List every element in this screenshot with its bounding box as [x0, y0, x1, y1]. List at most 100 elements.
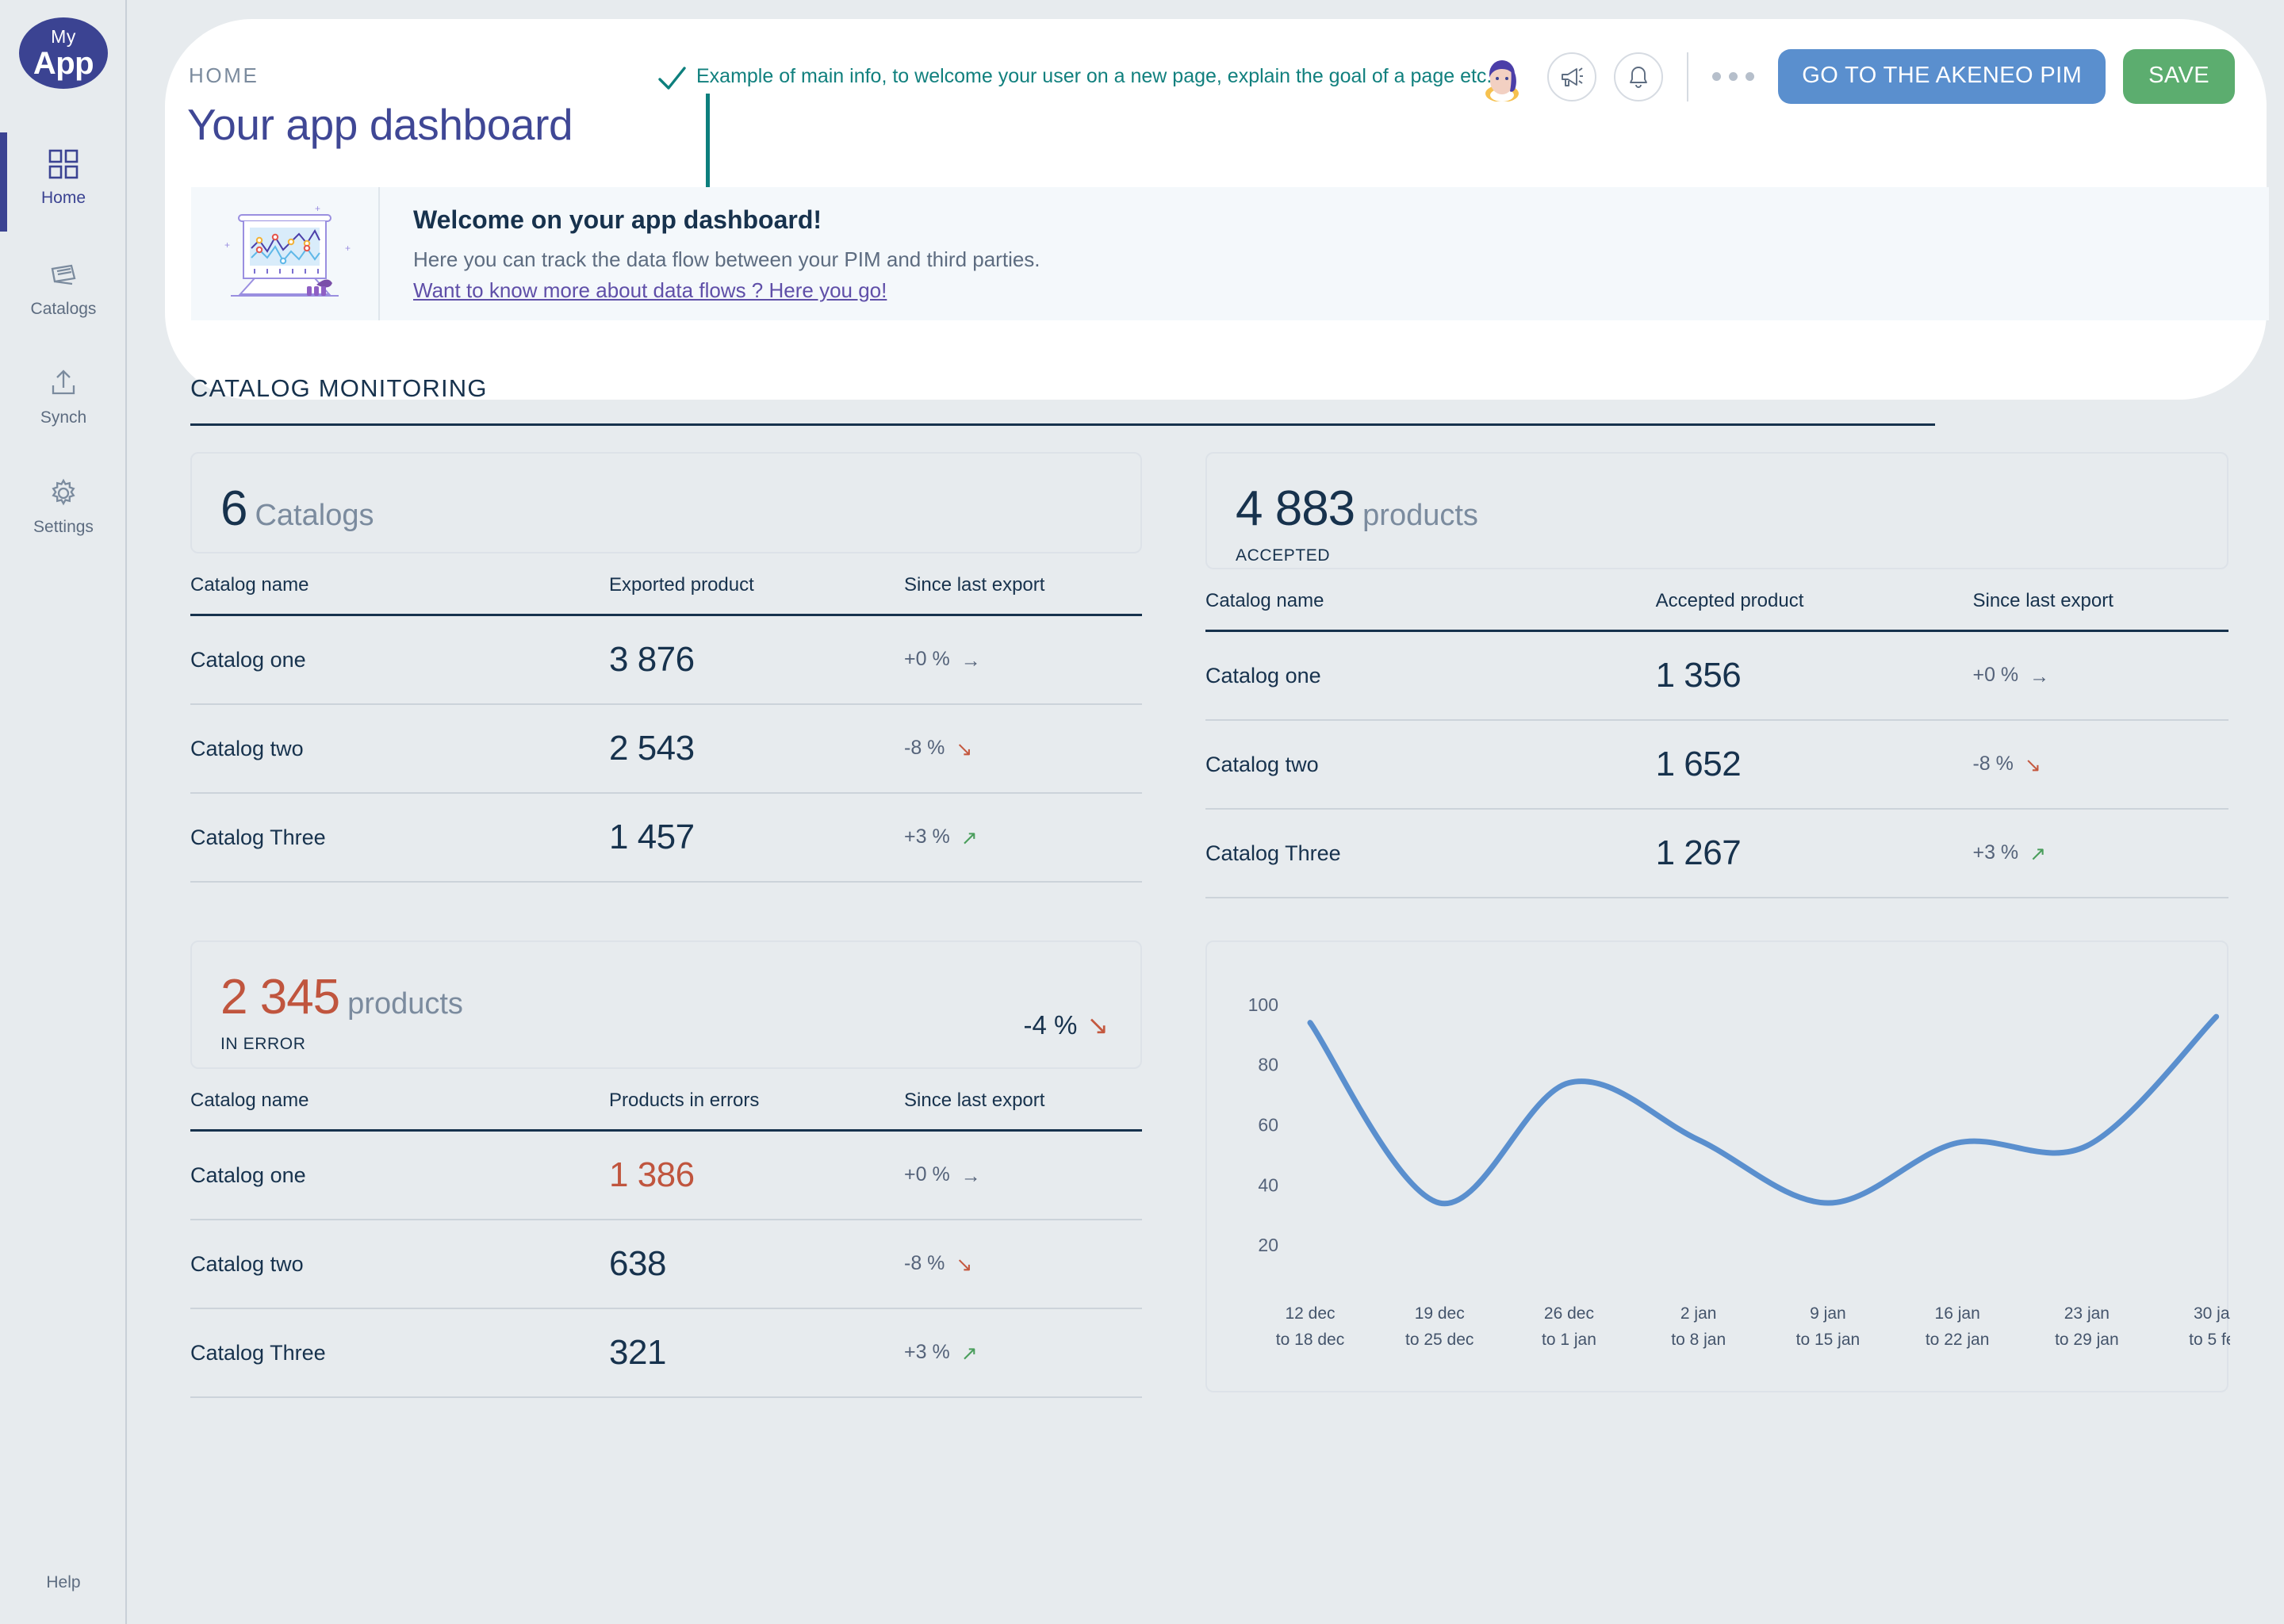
cell-catalog-name: Catalog Three — [1205, 809, 1656, 898]
trend-up-icon: ↗ — [961, 1342, 978, 1365]
cell-since-last-export: +0 %→ — [904, 615, 1142, 705]
errors-status-label: IN ERROR — [220, 1035, 1112, 1054]
svg-text:to 1 jan: to 1 jan — [1542, 1331, 1596, 1349]
save-button[interactable]: SAVE — [2123, 49, 2235, 104]
cell-catalog-name: Catalog one — [190, 1131, 609, 1220]
trend-down-icon: ↘ — [956, 737, 972, 761]
chart-x-tick: 23 jan to 29 jan — [2055, 1304, 2119, 1349]
sidebar-item-synch[interactable]: Synch — [0, 366, 127, 427]
chart-x-tick: 9 janto 15 jan — [1796, 1304, 1861, 1349]
more-options-icon[interactable] — [1712, 72, 1754, 81]
svg-text:23 jan: 23 jan — [2064, 1304, 2110, 1323]
welcome-learn-more-link[interactable]: Want to know more about data flows ? Her… — [413, 278, 887, 302]
annotation-connector-line — [706, 94, 710, 197]
accepted-products-panel: 4 883products ACCEPTED Catalog name Acce… — [1205, 452, 2228, 898]
cell-products-in-errors: 321 — [609, 1308, 904, 1397]
check-icon — [654, 62, 689, 97]
errors-count: 2 345 — [220, 970, 339, 1025]
bell-icon[interactable] — [1614, 52, 1663, 102]
chart-x-tick: 26 decto 1 jan — [1542, 1304, 1596, 1349]
welcome-title: Welcome on your app dashboard! — [413, 205, 1040, 235]
sidebar-item-label: Synch — [40, 408, 86, 427]
cell-products-in-errors: 638 — [609, 1220, 904, 1308]
welcome-divider — [378, 187, 380, 320]
cell-since-last-export: +0 %→ — [904, 1131, 1142, 1220]
errors-panel: 2 345products IN ERROR -4 % ↘ Catalog na… — [190, 940, 1142, 1398]
chart-x-tick: 12 decto 18 dec — [1276, 1304, 1344, 1349]
svg-text:2 jan: 2 jan — [1680, 1304, 1717, 1323]
trend-flat-icon: → — [2029, 665, 2049, 688]
go-to-akeneo-pim-button[interactable]: GO TO THE AKENEO PIM — [1778, 49, 2106, 104]
table-header-row: Catalog name Accepted product Since last… — [1205, 590, 2228, 631]
breadcrumb[interactable]: HOME — [189, 63, 259, 88]
sidebar-item-settings[interactable]: Settings — [0, 476, 127, 537]
cell-since-last-export: +3 %↗ — [904, 793, 1142, 882]
svg-text:+: + — [315, 203, 320, 214]
column-header-delta: Since last export — [904, 574, 1142, 615]
chart-x-tick: 16 janto 22 jan — [1926, 1304, 1990, 1349]
chart-x-tick: 30 janto 5 fev — [2189, 1304, 2230, 1349]
chart-y-tick: 20 — [1258, 1235, 1278, 1255]
header-divider — [1687, 52, 1688, 102]
sidebar-item-label: Help — [46, 1573, 80, 1592]
cell-catalog-name: Catalog two — [190, 704, 609, 793]
cell-since-last-export: -8 %↘ — [904, 1220, 1142, 1308]
table-row[interactable]: Catalog one 3 876 +0 %→ — [190, 615, 1142, 705]
cell-exported-product: 3 876 — [609, 615, 904, 705]
svg-text:to 22 jan: to 22 jan — [1926, 1331, 1990, 1349]
welcome-banner: +++ Welcome on your app dashboard! Here … — [191, 187, 2269, 320]
cell-since-last-export: +3 %↗ — [1972, 809, 2228, 898]
trend-flat-icon: → — [961, 649, 981, 672]
accepted-table: Catalog name Accepted product Since last… — [1205, 590, 2228, 898]
sidebar-item-catalogs[interactable]: Catalogs — [0, 258, 127, 319]
cell-catalog-name: Catalog one — [190, 615, 609, 705]
app-root: My App Home Catalogs — [0, 0, 2284, 1624]
avatar[interactable] — [1477, 52, 1527, 102]
cell-since-last-export: +3 %↗ — [904, 1308, 1142, 1397]
sidebar-item-label: Catalogs — [31, 300, 97, 319]
accepted-status-label: ACCEPTED — [1236, 546, 2198, 565]
column-header-value: Accepted product — [1656, 590, 1973, 631]
table-row[interactable]: Catalog one 1 356 +0 %→ — [1205, 631, 2228, 721]
accepted-count: 4 883 — [1236, 481, 1355, 536]
svg-text:to 8 jan: to 8 jan — [1671, 1331, 1726, 1349]
catalogs-unit: Catalogs — [255, 499, 374, 532]
svg-text:to 29 jan: to 29 jan — [2055, 1331, 2119, 1349]
errors-summary-box: 2 345products IN ERROR -4 % ↘ — [190, 940, 1142, 1069]
trend-up-icon: ↗ — [961, 826, 978, 850]
cell-catalog-name: Catalog Three — [190, 793, 609, 882]
chart-x-tick: 2 jan to 8 jan — [1671, 1304, 1726, 1349]
trend-down-icon: ↘ — [1086, 1009, 1109, 1040]
errors-delta-value: -4 % — [1023, 1010, 1077, 1040]
trend-down-icon: ↘ — [2025, 753, 2041, 777]
chart-series-line — [1310, 1017, 2217, 1204]
trend-line-chart: 20406080100 12 decto 18 dec19 decto 25 d… — [1207, 942, 2230, 1394]
table-row[interactable]: Catalog Three 321 +3 %↗ — [190, 1308, 1142, 1397]
books-icon — [46, 258, 81, 293]
sidebar-item-label: Settings — [33, 518, 94, 537]
svg-text:9 jan: 9 jan — [1810, 1304, 1846, 1323]
table-row[interactable]: Catalog Three 1 457 +3 %↗ — [190, 793, 1142, 882]
cell-catalog-name: Catalog one — [1205, 631, 1656, 721]
table-row[interactable]: Catalog Three 1 267 +3 %↗ — [1205, 809, 2228, 898]
table-row[interactable]: Catalog two 1 652 -8 %↘ — [1205, 720, 2228, 809]
megaphone-icon[interactable] — [1547, 52, 1596, 102]
table-row[interactable]: Catalog two 2 543 -8 %↘ — [190, 704, 1142, 793]
svg-text:19 dec: 19 dec — [1415, 1304, 1465, 1323]
welcome-subtitle: Here you can track the data flow between… — [413, 247, 1040, 272]
upload-icon — [46, 366, 81, 401]
sidebar-item-help[interactable]: Help — [0, 1547, 127, 1592]
column-header-value: Products in errors — [609, 1090, 904, 1131]
trend-chart-panel: 20406080100 12 decto 18 dec19 decto 25 d… — [1205, 940, 2228, 1392]
catalogs-table: Catalog name Exported product Since last… — [190, 574, 1142, 883]
table-row[interactable]: Catalog two 638 -8 %↘ — [190, 1220, 1142, 1308]
annotation-text: Example of main info, to welcome your us… — [696, 65, 1492, 88]
cell-catalog-name: Catalog two — [190, 1220, 609, 1308]
cell-exported-product: 2 543 — [609, 704, 904, 793]
section-title: CATALOG MONITORING — [190, 374, 488, 403]
chart-y-axis-labels: 20406080100 — [1248, 994, 1278, 1255]
table-header-row: Catalog name Exported product Since last… — [190, 574, 1142, 615]
gear-icon — [46, 476, 81, 511]
table-row[interactable]: Catalog one 1 386 +0 %→ — [190, 1131, 1142, 1220]
table-header-row: Catalog name Products in errors Since la… — [190, 1090, 1142, 1131]
